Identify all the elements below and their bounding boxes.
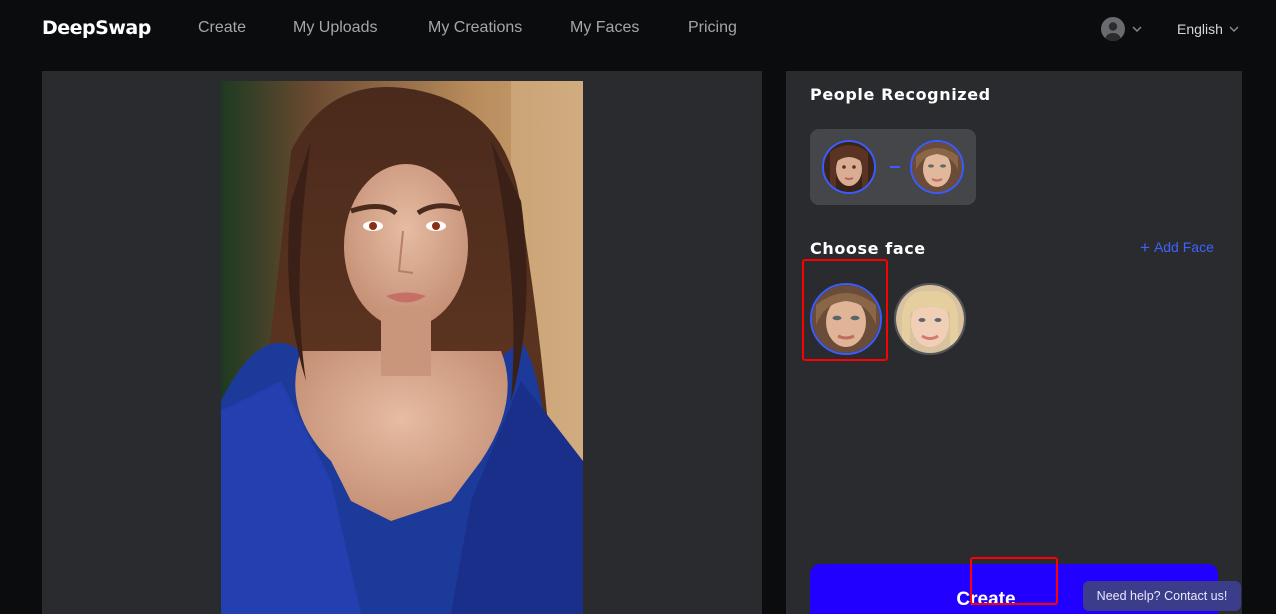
portrait-image — [221, 81, 583, 614]
language-selector[interactable]: English — [1177, 21, 1239, 37]
target-face-thumb[interactable] — [910, 140, 964, 194]
help-contact-button[interactable]: Need help? Contact us! — [1083, 581, 1241, 611]
language-label: English — [1177, 21, 1223, 37]
nav-item-pricing[interactable]: Pricing — [688, 19, 737, 37]
face-option-1[interactable] — [810, 283, 882, 355]
create-button-label[interactable]: Create — [956, 589, 1015, 611]
arrow-icon — [890, 166, 900, 168]
source-face-image — [824, 142, 874, 192]
face-option-2-image — [896, 285, 964, 353]
choose-face-title: Choose face — [810, 239, 926, 258]
source-face-thumb[interactable] — [822, 140, 876, 194]
top-navigation-bar: DeepSwap Create My Uploads My Creations … — [0, 0, 1276, 60]
plus-icon: + — [1140, 238, 1150, 257]
chevron-down-icon[interactable] — [1132, 26, 1142, 32]
add-face-label: Add Face — [1153, 239, 1214, 255]
chevron-down-icon — [1229, 26, 1239, 32]
nav-item-my-faces[interactable]: My Faces — [570, 19, 639, 37]
nav-item-my-uploads[interactable]: My Uploads — [293, 19, 377, 37]
avatar[interactable] — [1101, 17, 1125, 41]
user-icon — [1105, 22, 1121, 41]
recognized-face-pair[interactable] — [810, 129, 976, 205]
face-swap-panel: People Recognized Choose face + Add Face… — [786, 71, 1242, 614]
preview-panel — [42, 71, 762, 614]
face-option-2[interactable] — [894, 283, 966, 355]
deepswap-logo[interactable]: DeepSwap — [42, 17, 151, 39]
face-option-1-image — [812, 285, 880, 353]
add-face-button[interactable]: + Add Face — [1140, 238, 1214, 258]
people-recognized-title: People Recognized — [810, 85, 991, 104]
uploaded-photo — [221, 81, 583, 614]
nav-item-my-creations[interactable]: My Creations — [428, 19, 522, 37]
nav-item-create[interactable]: Create — [198, 19, 246, 37]
target-face-image — [912, 142, 962, 192]
